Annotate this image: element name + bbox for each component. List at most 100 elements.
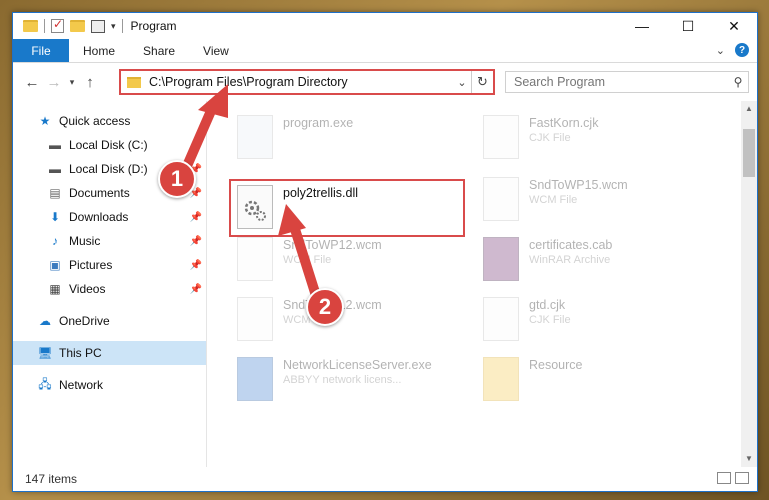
folder-icon <box>23 20 38 32</box>
recent-locations-chevron-icon[interactable]: ▾ <box>65 77 79 88</box>
cjk-file-icon <box>483 115 519 159</box>
item-count: 147 items <box>25 472 78 486</box>
address-row: ← → ▾ ↑ C:\Program Files\Program Directo… <box>13 63 757 101</box>
view-options-icon[interactable] <box>91 19 105 33</box>
details-view-icon[interactable] <box>717 472 731 484</box>
file-item[interactable]: gtd.cjk CJK File <box>483 297 713 353</box>
file-list: program.exe poly2trellis.dll SndToWP12.w… <box>207 101 757 467</box>
file-name: certificates.cab <box>529 238 613 252</box>
sidebar-item-music[interactable]: ♪ Music 📌 <box>13 229 206 253</box>
sidebar-item-label: Network <box>59 378 104 392</box>
sidebar-item-pictures[interactable]: ▣ Pictures 📌 <box>13 253 206 277</box>
wcm-file-icon <box>237 297 273 341</box>
search-input[interactable] <box>514 75 728 89</box>
wcm-file-icon <box>483 177 519 221</box>
videos-icon: ▦ <box>49 282 61 296</box>
drive-icon: ▬ <box>49 162 61 176</box>
address-dropdown-chevron-icon[interactable]: ⌄ <box>453 76 471 89</box>
documents-icon: ▤ <box>49 186 61 200</box>
sidebar-item-onedrive[interactable]: ☁ OneDrive <box>13 309 206 333</box>
file-type: WCM File <box>529 194 578 206</box>
tab-view[interactable]: View <box>189 39 243 62</box>
file-item[interactable]: program.exe <box>237 115 467 171</box>
window-title: Program <box>130 19 177 33</box>
wcm-file-icon <box>237 237 273 281</box>
sidebar-item-videos[interactable]: ▦ Videos 📌 <box>13 277 206 301</box>
callout-badge-1: 1 <box>158 160 196 198</box>
file-item[interactable]: certificates.cab WinRAR Archive <box>483 237 713 293</box>
folder-icon <box>127 76 141 88</box>
scroll-up-arrow-icon[interactable]: ▲ <box>741 101 757 117</box>
sidebar-item-network[interactable]: 🖧 Network <box>13 373 206 397</box>
file-type: WinRAR Archive <box>529 254 611 266</box>
title-bar: ▾ Program — ☐ ✕ <box>13 13 757 39</box>
file-item[interactable]: Resource <box>483 357 713 413</box>
download-icon: ⬇ <box>49 210 61 224</box>
drive-icon: ▬ <box>49 138 61 152</box>
sidebar-item-this-pc[interactable]: 🖥 This PC <box>13 341 206 365</box>
properties-check-icon[interactable] <box>51 17 64 33</box>
customize-toolbar-chevron-icon[interactable]: ▾ <box>111 21 116 32</box>
file-name: FastKorn.cjk <box>529 116 599 130</box>
file-name: gtd.cjk <box>529 298 566 312</box>
up-arrow-icon[interactable]: ↑ <box>79 74 101 91</box>
sidebar-item-label: This PC <box>59 346 102 360</box>
network-icon: 🖧 <box>38 376 52 391</box>
pictures-icon: ▣ <box>49 258 61 272</box>
view-toggle <box>717 472 749 484</box>
file-item[interactable]: SndToWP12.wcm WCM File <box>237 237 467 293</box>
star-icon: ★ <box>39 114 51 128</box>
callout-badge-2: 2 <box>306 288 344 326</box>
file-name: program.exe <box>283 116 354 130</box>
file-explorer-window: ▾ Program — ☐ ✕ File Home Share View ⌄ ?… <box>12 12 758 492</box>
search-icon[interactable]: ⚲ <box>728 75 748 89</box>
forward-arrow-icon[interactable]: → <box>43 74 65 91</box>
sidebar-item-label: OneDrive <box>59 314 110 328</box>
vertical-scrollbar[interactable]: ▲ ▼ <box>741 101 757 467</box>
tab-share[interactable]: Share <box>129 39 189 62</box>
sidebar-item-local-disk-c[interactable]: ▬ Local Disk (C:) 📌 <box>13 133 206 157</box>
tab-file[interactable]: File <box>13 39 69 62</box>
ribbon-tabs: File Home Share View ⌄ ? <box>13 39 757 63</box>
expand-ribbon-chevron-icon[interactable]: ⌄ <box>716 44 725 57</box>
folder-icon <box>483 357 519 401</box>
scroll-thumb[interactable] <box>743 129 755 177</box>
status-bar: 147 items <box>13 467 757 491</box>
file-item[interactable]: SndToWP12.wcm WCM File <box>237 297 467 353</box>
refresh-icon[interactable]: ↻ <box>471 71 493 93</box>
search-box[interactable]: ⚲ <box>505 71 749 93</box>
file-item[interactable]: FastKorn.cjk CJK File <box>483 115 713 171</box>
pin-icon[interactable]: 📌 <box>190 284 202 295</box>
file-name: SndToWP12.wcm <box>283 238 382 252</box>
sidebar-item-label: Music <box>69 234 101 248</box>
minimize-button[interactable]: — <box>619 13 665 39</box>
winrar-archive-icon <box>483 237 519 281</box>
address-path[interactable]: C:\Program Files\Program Directory <box>149 75 453 89</box>
scroll-down-arrow-icon[interactable]: ▼ <box>741 451 757 467</box>
sidebar-item-label: Quick access <box>59 114 131 128</box>
new-folder-icon[interactable] <box>70 20 85 32</box>
file-item[interactable]: SndToWP15.wcm WCM File <box>483 177 713 233</box>
exe-app-icon <box>237 357 273 401</box>
quick-access-toolbar: ▾ <box>13 17 123 33</box>
close-button[interactable]: ✕ <box>711 13 757 39</box>
pin-icon[interactable]: 📌 <box>190 236 202 247</box>
computer-icon: 🖥 <box>37 346 53 360</box>
pin-icon[interactable]: 📌 <box>190 140 202 151</box>
sidebar-item-quick-access[interactable]: ★ Quick access <box>13 109 206 133</box>
sidebar-item-label: Videos <box>69 282 106 296</box>
pin-icon[interactable]: 📌 <box>190 212 202 223</box>
pin-icon[interactable]: 📌 <box>190 260 202 271</box>
maximize-button[interactable]: ☐ <box>665 13 711 39</box>
address-bar[interactable]: C:\Program Files\Program Directory ⌄ ↻ <box>119 69 495 95</box>
help-icon[interactable]: ? <box>735 43 749 57</box>
large-icons-view-icon[interactable] <box>735 472 749 484</box>
highlight-box-dll <box>229 179 465 237</box>
tab-home[interactable]: Home <box>69 39 129 62</box>
file-type: CJK File <box>529 314 571 326</box>
sidebar-item-downloads[interactable]: ⬇ Downloads 📌 <box>13 205 206 229</box>
file-item[interactable]: NetworkLicenseServer.exe ABBYY network l… <box>237 357 467 413</box>
sidebar-item-label: Downloads <box>69 210 129 224</box>
back-arrow-icon[interactable]: ← <box>21 74 43 91</box>
toolbar-divider <box>121 19 123 33</box>
